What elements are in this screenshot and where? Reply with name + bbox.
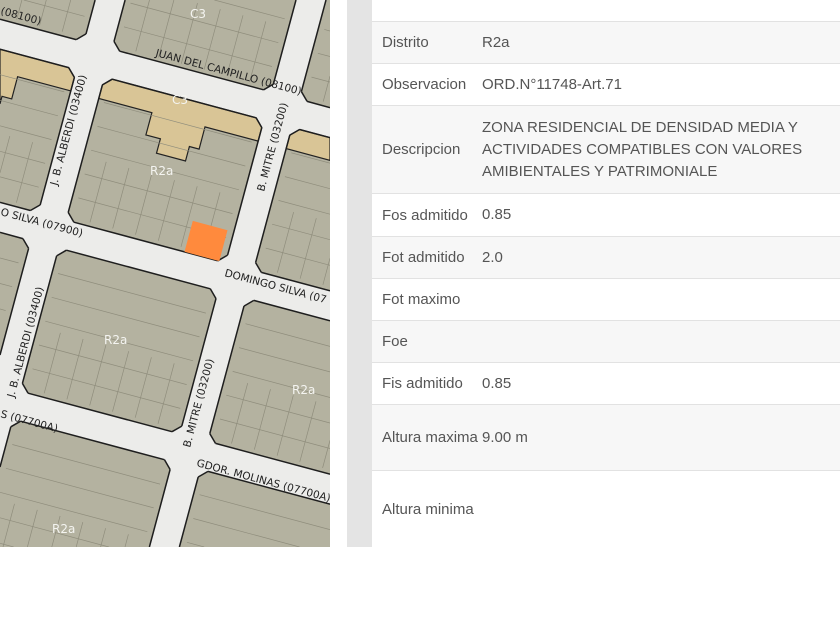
row-value: ORD.N°11748-Art.71 (482, 75, 622, 93)
row-label: Descripcion (382, 141, 461, 158)
row-label: Fis admitido (382, 375, 463, 392)
city-block[interactable] (0, 421, 171, 547)
row-value: 0.85 (482, 374, 512, 392)
row-label: Fot admitido (382, 249, 465, 266)
row-value: 0.85 (482, 206, 512, 223)
zoning-map[interactable]: C3 C3 R2a R2a R2a R2a (08100) JUAN DEL C… (0, 0, 330, 547)
table-row: Altura minima (372, 470, 840, 547)
row-label: Observacion (382, 76, 467, 93)
row-label: Fos admitido (382, 206, 468, 224)
row-label: Foe (382, 333, 408, 350)
table-row: Foe (372, 320, 840, 362)
zone-label: R2a (52, 522, 75, 536)
table-row: Observacion ORD.N°11748-Art.71 (372, 63, 840, 105)
zone-label: R2a (150, 164, 173, 178)
row-label: Altura minima (382, 500, 474, 518)
table-row: Fis admitido 0.85 (372, 362, 840, 404)
zone-label: C3 (190, 7, 206, 21)
zone-label: C3 (172, 93, 188, 107)
row-value: R2a (482, 33, 510, 51)
panel-divider (347, 0, 372, 547)
row-value: ZONA RESIDENCIAL DE DENSIDAD MEDIA Y ACT… (482, 118, 803, 180)
row-label: Distrito (382, 34, 429, 51)
table-row: Fot maximo (372, 278, 840, 320)
zone-label: R2a (292, 383, 315, 397)
row-value: 2.0 (482, 248, 503, 266)
row-label: Fot maximo (382, 291, 461, 308)
row-value: 9.00 m (482, 428, 528, 446)
map-canvas[interactable]: C3 C3 R2a R2a R2a R2a (08100) JUAN DEL C… (0, 0, 330, 547)
table-row: Descripcion ZONA RESIDENCIAL DE DENSIDAD … (372, 105, 840, 193)
table-row: Altura maxima 9.00 m (372, 404, 840, 470)
table-row: Distrito R2a (372, 21, 840, 63)
row-label: Altura maxima (382, 429, 478, 446)
zone-label: R2a (104, 333, 127, 347)
zoning-info-table: Distrito R2a Observacion ORD.N°11748-Art.71… (372, 0, 840, 547)
table-row: Fos admitido 0.85 (372, 193, 840, 236)
table-row: Fot admitido 2.0 (372, 236, 840, 278)
